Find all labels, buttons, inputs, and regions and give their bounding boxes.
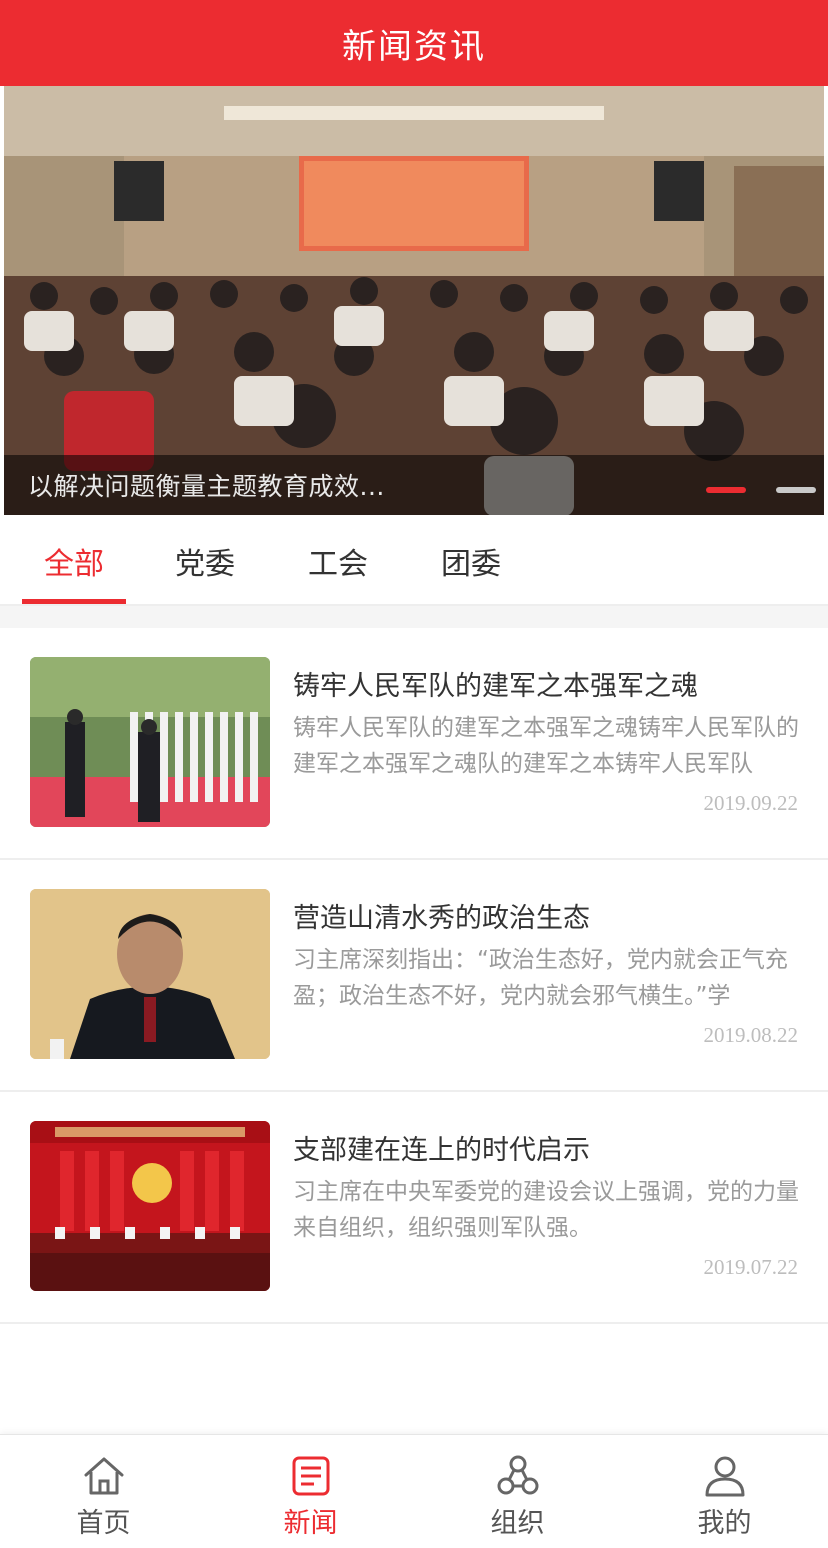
bottom-tab-bar: 首页 新闻 组织 我的 — [0, 1434, 828, 1548]
news-summary: 习主席深刻指出：“政治生态好，党内就会正气充盈；政治生态不好，党内就会邪气横生。… — [293, 947, 788, 1009]
banner-carousel[interactable]: 以解决问题衡量主题教育成效... — [4, 86, 824, 515]
page-title: 新闻资讯 — [342, 26, 486, 67]
news-thumbnail — [30, 1121, 270, 1291]
section-divider — [0, 606, 828, 628]
tabbar-label: 新闻 — [283, 1508, 338, 1539]
news-summary: 铸牢人民军队的建军之本强军之魂铸牢人民军队的建军之本强军之魂队的建军之本铸牢人民… — [293, 715, 799, 777]
news-title: 营造山清水秀的政治生态 — [293, 903, 590, 934]
news-thumbnail — [30, 657, 270, 827]
carousel-dot-2[interactable] — [776, 487, 816, 493]
user-icon — [705, 1456, 744, 1497]
tab-all[interactable]: 全部 — [22, 515, 126, 606]
banner-image — [4, 86, 824, 515]
carousel-indicators — [706, 487, 816, 493]
news-date: 2019.07.22 — [703, 1255, 799, 1279]
news-summary: 习主席在中央军委党的建设会议上强调，党的力量来自组织，组织强则军队强。 — [293, 1179, 799, 1241]
banner-caption-bar: 以解决问题衡量主题教育成效... — [4, 455, 824, 515]
news-date: 2019.09.22 — [703, 791, 799, 815]
banner-caption: 以解决问题衡量主题教育成效... — [28, 472, 385, 501]
news-title: 支部建在连上的时代启示 — [293, 1135, 590, 1166]
news-date: 2019.08.22 — [703, 1023, 799, 1047]
tab-youth-league[interactable]: 团委 — [419, 515, 523, 606]
news-item[interactable]: 支部建在连上的时代启示 习主席在中央军委党的建设会议上强调，党的力量来自组织，组… — [0, 1092, 828, 1324]
news-item[interactable]: 营造山清水秀的政治生态 习主席深刻指出：“政治生态好，党内就会正气充盈；政治生态… — [0, 860, 828, 1092]
news-thumbnail — [30, 889, 270, 1059]
tabbar-item-profile[interactable]: 我的 — [621, 1435, 828, 1548]
news-list: 铸牢人民军队的建军之本强军之魂 铸牢人民军队的建军之本强军之魂铸牢人民军队的建军… — [0, 628, 828, 1324]
carousel-dot-1[interactable] — [706, 487, 746, 493]
tab-active-indicator — [22, 599, 126, 604]
tab-labor-union[interactable]: 工会 — [286, 515, 390, 606]
tabbar-label: 首页 — [76, 1508, 131, 1539]
tabbar-item-organization[interactable]: 组织 — [414, 1435, 621, 1548]
tabbar-item-home[interactable]: 首页 — [0, 1435, 207, 1548]
tabbar-label: 组织 — [490, 1508, 545, 1539]
news-title: 铸牢人民军队的建军之本强军之魂 — [293, 671, 698, 702]
tabbar-item-news[interactable]: 新闻 — [207, 1435, 414, 1548]
tabbar-label: 我的 — [697, 1508, 752, 1539]
organization-icon — [497, 1455, 538, 1495]
tab-party-committee[interactable]: 党委 — [153, 515, 257, 606]
home-icon — [84, 1457, 123, 1495]
news-item[interactable]: 铸牢人民军队的建军之本强军之魂 铸牢人民军队的建军之本强军之魂铸牢人民军队的建军… — [0, 628, 828, 860]
header-bar: 新闻资讯 — [0, 0, 828, 86]
category-tabs: 全部 党委 工会 团委 — [0, 515, 828, 606]
news-icon — [292, 1456, 329, 1496]
